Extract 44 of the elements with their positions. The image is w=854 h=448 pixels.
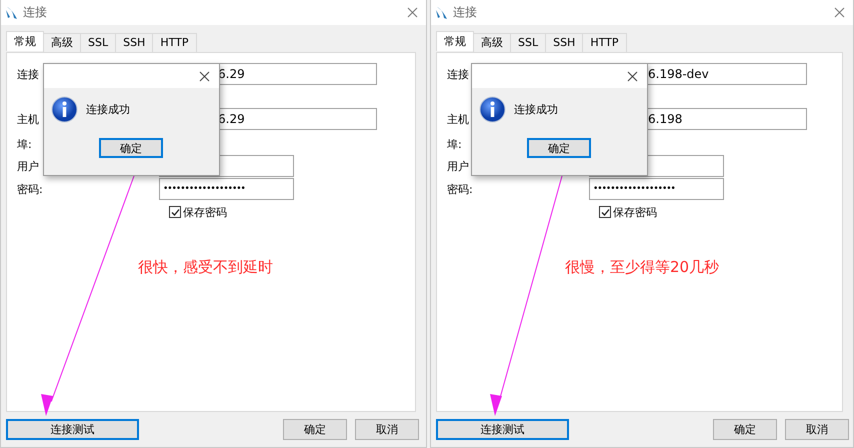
field-label: 密码: bbox=[17, 182, 43, 196]
annotation-text: 很慢，至少得等20几秒 bbox=[565, 258, 720, 277]
app-icon bbox=[435, 6, 449, 20]
dialog-button[interactable]: 连接测试 bbox=[6, 419, 139, 440]
field-label: 连接 bbox=[447, 68, 469, 80]
field-label: 主机 bbox=[447, 112, 469, 126]
message-text: 连接成功 bbox=[514, 102, 558, 117]
close-icon[interactable] bbox=[627, 70, 638, 82]
checkbox-label: 保存密码 bbox=[613, 204, 657, 220]
field-label: 主机 bbox=[17, 112, 39, 126]
close-icon[interactable] bbox=[407, 7, 418, 18]
field-label: 密码: bbox=[447, 182, 473, 196]
app-icon bbox=[5, 6, 19, 20]
close-icon[interactable] bbox=[834, 7, 845, 18]
tab[interactable]: 常规 bbox=[6, 31, 44, 51]
ok-button[interactable]: 确定 bbox=[99, 138, 163, 158]
tab[interactable]: 高级 bbox=[473, 33, 511, 52]
tab[interactable]: HTTP bbox=[582, 33, 626, 52]
checkbox[interactable] bbox=[599, 206, 611, 218]
info-icon bbox=[51, 96, 78, 123]
field-label: 埠: bbox=[447, 138, 462, 150]
ok-button[interactable]: 确定 bbox=[527, 138, 591, 158]
dialog-button[interactable]: 确定 bbox=[283, 419, 347, 440]
dialog-button[interactable]: 确定 bbox=[713, 419, 777, 440]
dialog-button[interactable]: 取消 bbox=[785, 419, 849, 440]
window-title: 连接 bbox=[23, 4, 48, 21]
tab[interactable]: HTTP bbox=[152, 33, 196, 52]
checkbox-label: 保存密码 bbox=[183, 204, 227, 220]
field-label: 埠: bbox=[17, 138, 32, 150]
annotation-text: 很快，感受不到延时 bbox=[138, 258, 273, 277]
window-title: 连接 bbox=[453, 4, 478, 21]
field-label: 用户 bbox=[17, 160, 39, 172]
tab[interactable]: 高级 bbox=[43, 33, 81, 52]
dialog-button[interactable]: 连接测试 bbox=[436, 419, 569, 440]
dialog-button[interactable]: 取消 bbox=[355, 419, 419, 440]
info-icon bbox=[479, 96, 506, 123]
tab[interactable]: 常规 bbox=[436, 31, 474, 51]
close-icon[interactable] bbox=[199, 70, 210, 82]
password-field[interactable]: ••••••••••••••••••• bbox=[589, 178, 724, 200]
field-label: 用户 bbox=[447, 160, 469, 172]
field-label: 连接 bbox=[17, 68, 39, 80]
checkbox[interactable] bbox=[169, 206, 181, 218]
message-text: 连接成功 bbox=[86, 102, 130, 117]
password-field[interactable]: ••••••••••••••••••• bbox=[159, 178, 294, 200]
